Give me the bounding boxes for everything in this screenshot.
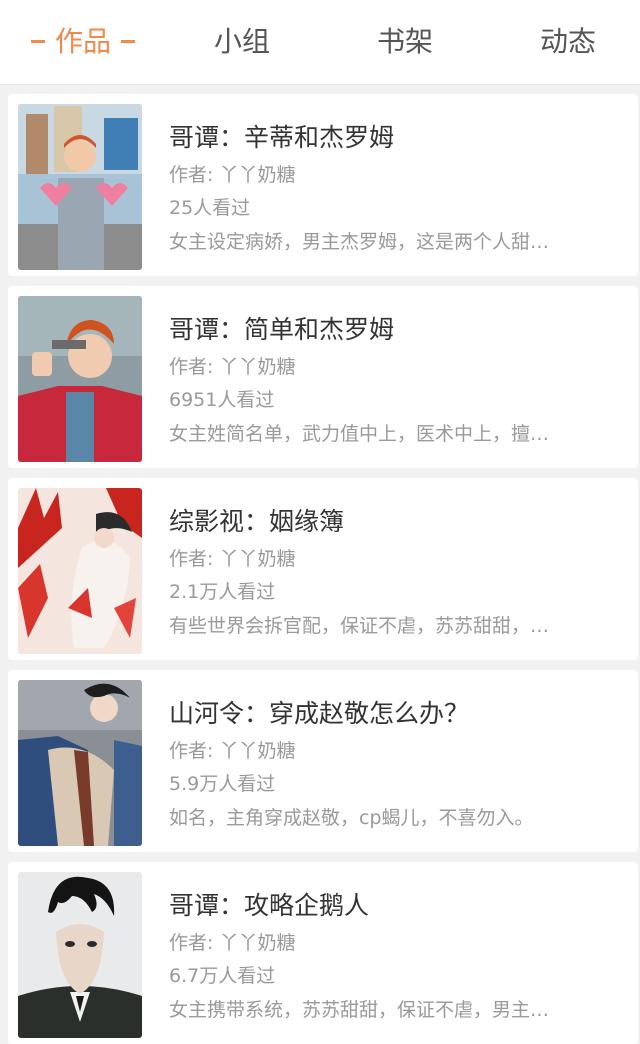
work-views: 6.7万人看过 bbox=[169, 965, 276, 987]
work-views: 25人看过 bbox=[169, 197, 251, 219]
tab-bar: 作品 小组 书架 动态 bbox=[0, 0, 640, 85]
work-views: 2.1万人看过 bbox=[169, 581, 276, 603]
work-title[interactable]: 山河令：穿成赵敬怎么办？ bbox=[169, 694, 469, 730]
work-card[interactable]: 哥谭：攻略企鹅人 作者: 丫丫奶糖 6.7万人看过 女主携带系统，苏苏甜甜，保证… bbox=[8, 862, 638, 1044]
cover-image bbox=[18, 296, 142, 462]
cover-image bbox=[18, 104, 142, 270]
work-description: 女主设定病娇，男主杰罗姆，这是两个人甜… bbox=[169, 231, 550, 253]
work-card[interactable]: 综影视：姻缘簿 作者: 丫丫奶糖 2.1万人看过 有些世界会拆官配，保证不虐，苏… bbox=[8, 478, 638, 660]
work-views: 6951人看过 bbox=[169, 389, 275, 411]
work-title[interactable]: 哥谭：辛蒂和杰罗姆 bbox=[169, 118, 394, 154]
work-views: 5.9万人看过 bbox=[169, 773, 276, 795]
active-dash-left bbox=[30, 39, 45, 43]
tab-activity-label: 动态 bbox=[539, 25, 596, 58]
tab-groups[interactable]: 小组 bbox=[182, 0, 302, 84]
work-title[interactable]: 哥谭：攻略企鹅人 bbox=[169, 886, 369, 922]
work-description: 女主携带系统，苏苏甜甜，保证不虐，男主… bbox=[169, 999, 550, 1021]
work-description: 女主姓简名单，武力值中上，医术中上，擅… bbox=[169, 423, 550, 445]
cover-image bbox=[18, 488, 142, 654]
work-card[interactable]: 哥谭：简单和杰罗姆 作者: 丫丫奶糖 6951人看过 女主姓简名单，武力值中上，… bbox=[8, 286, 638, 468]
tab-groups-label: 小组 bbox=[213, 25, 270, 58]
work-card[interactable]: 哥谭：辛蒂和杰罗姆 作者: 丫丫奶糖 25人看过 女主设定病娇，男主杰罗姆，这是… bbox=[8, 94, 638, 276]
work-title[interactable]: 哥谭：简单和杰罗姆 bbox=[169, 310, 394, 346]
work-description: 如名，主角穿成赵敬，cp蝎儿，不喜勿入。 bbox=[169, 807, 534, 829]
cover-image bbox=[18, 680, 142, 846]
work-author: 作者: 丫丫奶糖 bbox=[169, 356, 296, 378]
work-author: 作者: 丫丫奶糖 bbox=[169, 740, 296, 762]
work-card[interactable]: 山河令：穿成赵敬怎么办？ 作者: 丫丫奶糖 5.9万人看过 如名，主角穿成赵敬，… bbox=[8, 670, 638, 852]
work-author: 作者: 丫丫奶糖 bbox=[169, 932, 296, 954]
work-author: 作者: 丫丫奶糖 bbox=[169, 164, 296, 186]
tab-bookshelf[interactable]: 书架 bbox=[345, 0, 465, 84]
tab-activity[interactable]: 动态 bbox=[508, 0, 628, 84]
work-title[interactable]: 综影视：姻缘簿 bbox=[169, 502, 344, 538]
tab-bookshelf-label: 书架 bbox=[376, 25, 433, 58]
tab-works[interactable]: 作品 bbox=[8, 0, 158, 84]
active-dash-right bbox=[121, 39, 135, 43]
work-description: 有些世界会拆官配，保证不虐，苏苏甜甜，… bbox=[169, 615, 550, 637]
cover-image bbox=[18, 872, 142, 1038]
tab-works-label: 作品 bbox=[54, 25, 111, 58]
work-author: 作者: 丫丫奶糖 bbox=[169, 548, 296, 570]
